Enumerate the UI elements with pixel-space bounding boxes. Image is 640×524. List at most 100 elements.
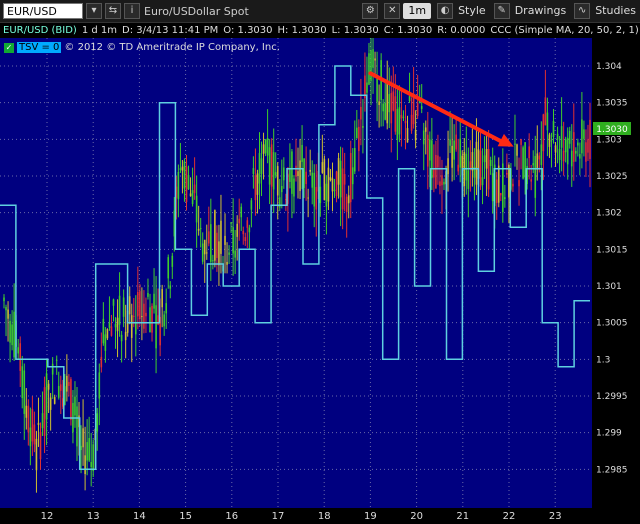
y-axis-area — [592, 38, 640, 524]
candle-body — [504, 197, 506, 200]
candle-body — [207, 231, 210, 244]
tsv-label[interactable]: TSV = 0 — [17, 42, 62, 53]
candle-body — [293, 178, 295, 197]
symbol-description: Euro/USDollar Spot — [144, 4, 249, 18]
candle-body — [520, 138, 522, 145]
candle-body — [17, 347, 19, 354]
x-tick-label: 16 — [225, 511, 238, 522]
candle-body — [70, 379, 72, 421]
candle-body — [331, 178, 334, 192]
candle-body — [31, 409, 34, 442]
candle-body — [333, 189, 336, 191]
candle-body — [280, 186, 283, 193]
candle-body — [21, 366, 24, 399]
candle-body — [47, 383, 50, 390]
candle-body — [337, 158, 340, 185]
candle-body — [199, 228, 202, 230]
candle-body — [433, 168, 435, 178]
x-tick-label: 17 — [272, 511, 285, 522]
candle-body — [386, 80, 389, 124]
candle-body — [270, 144, 273, 187]
candle-body — [19, 343, 22, 371]
candle-body — [205, 252, 208, 254]
candle-body — [145, 312, 147, 317]
candle-body — [570, 150, 573, 167]
candle-body — [124, 331, 127, 341]
candle-body — [311, 172, 314, 188]
candle-body — [289, 168, 291, 182]
candle-body — [514, 143, 516, 145]
candle-body — [530, 179, 532, 182]
candle-body — [495, 179, 498, 204]
price-chart[interactable]: 1.304 1.3035 1.303 1.3025 1.302 1.3015 1.301 1.… — [0, 38, 640, 524]
candle-body — [210, 224, 212, 262]
candle-body — [260, 158, 263, 174]
candle-body — [372, 49, 374, 68]
link-icon[interactable]: ⇆ — [105, 3, 121, 19]
candle-body — [177, 172, 180, 200]
candle-body — [171, 255, 174, 267]
candle-body — [57, 386, 60, 398]
candle-body — [479, 150, 482, 187]
symbol-input[interactable]: EUR/USD — [3, 3, 83, 19]
candle-body — [264, 139, 267, 154]
candle-body — [98, 372, 101, 399]
candle-body — [508, 164, 510, 198]
candle-body — [305, 171, 307, 185]
candle-body — [362, 125, 364, 128]
candle-body — [315, 187, 318, 210]
candle-body — [516, 144, 518, 156]
candle-body — [394, 96, 397, 132]
candle-body — [345, 196, 348, 213]
candle-body — [5, 307, 7, 311]
candle-body — [400, 114, 403, 119]
candle-body — [335, 171, 338, 197]
style-button[interactable]: Style — [456, 3, 488, 19]
candle-body — [224, 235, 226, 245]
studies-button[interactable]: Studies — [593, 3, 638, 19]
candle-body — [548, 134, 551, 147]
candle-body — [118, 295, 121, 325]
candle-body — [201, 243, 204, 262]
candle-body — [242, 230, 245, 235]
candle-body — [358, 126, 360, 152]
y-tick-label: 1.301 — [596, 282, 622, 292]
info-icon[interactable]: i — [124, 3, 140, 19]
candle-body — [76, 406, 78, 447]
candle-body — [443, 181, 445, 185]
candle-body — [59, 384, 62, 391]
y-tick-label: 1.299 — [596, 429, 622, 439]
candle-body — [272, 152, 275, 190]
candle-body — [572, 132, 575, 162]
x-tick-label: 21 — [456, 511, 469, 522]
x-tick-label: 15 — [179, 511, 192, 522]
candle-body — [568, 130, 571, 144]
candle-body — [33, 424, 36, 445]
candle-body — [422, 130, 425, 145]
candle-body — [43, 387, 46, 436]
candle-body — [491, 173, 494, 202]
check-icon[interactable]: ✓ — [4, 42, 14, 53]
candle-body — [378, 101, 380, 106]
candle-body — [437, 155, 439, 168]
candle-body — [349, 152, 352, 203]
info-open: O: 1.3030 — [223, 24, 273, 36]
candle-body — [390, 92, 393, 124]
x-tick-label: 12 — [41, 511, 54, 522]
crosshair-icon[interactable]: ✕ — [384, 3, 401, 19]
copyright-text: © 2012 © TD Ameritrade IP Company, Inc. — [64, 42, 280, 53]
dropdown-arrow-icon[interactable]: ▾ — [86, 3, 102, 19]
candle-body — [429, 139, 431, 161]
timeframe-button[interactable]: 1m — [403, 3, 432, 19]
candle-body — [11, 324, 13, 346]
top-toolbar: EUR/USD ▾ ⇆ i Euro/USDollar Spot ⚙ ✕ 1m … — [0, 0, 640, 23]
candle-body — [424, 127, 427, 132]
candle-body — [384, 102, 387, 120]
settings-icon[interactable]: ⚙ — [362, 3, 379, 19]
candle-body — [398, 107, 401, 135]
x-tick-label: 13 — [87, 511, 100, 522]
candle-body — [546, 112, 549, 131]
candle-body — [356, 127, 358, 139]
candle-body — [147, 293, 149, 297]
drawings-button[interactable]: Drawings — [513, 3, 568, 19]
